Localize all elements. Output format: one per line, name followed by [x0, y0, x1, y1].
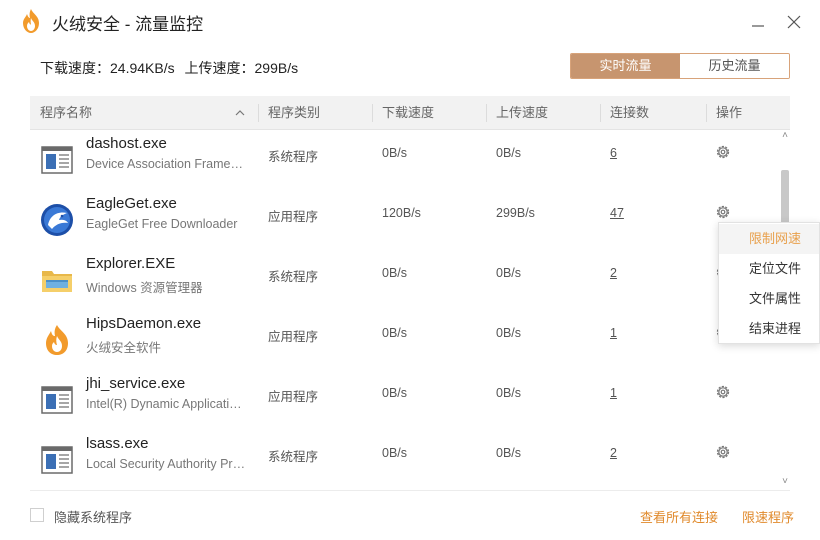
table-header: 程序名称 程序类别 下载速度 上传速度 连接数 操作 [30, 96, 790, 130]
column-header-actions: 操作 [716, 105, 743, 120]
folder-icon [42, 271, 72, 292]
scroll-down-icon[interactable]: ˅ [780, 476, 790, 488]
hide-system-label[interactable]: 隐藏系统程序 [54, 507, 132, 526]
minimize-button[interactable] [746, 10, 770, 34]
process-list: dashost.exe Device Association Framework… [30, 130, 780, 490]
column-header-type[interactable]: 程序类别 [258, 96, 372, 130]
table-row[interactable]: dashost.exe Device Association Framework… [30, 130, 780, 190]
upload-value: 299B/s [254, 60, 299, 76]
process-description: EagleGet Free Downloader [86, 217, 238, 231]
process-name: EagleGet.exe [86, 195, 177, 212]
upload-speed: 0B/s [496, 326, 522, 340]
process-name: lsass.exe [86, 435, 149, 452]
table-row[interactable]: jhi_service.exe Intel(R) Dynamic Applica… [30, 370, 780, 430]
scrollbar-thumb[interactable] [781, 170, 789, 230]
download-speed: 0B/s [382, 446, 408, 460]
download-value: 24.94KB/s [110, 60, 175, 76]
huorong-flame-icon [46, 325, 68, 355]
window-title: 火绒安全 - 流量监控 [52, 15, 204, 34]
process-type: 应用程序 [268, 390, 319, 404]
connection-count-link[interactable]: 1 [610, 386, 617, 400]
process-type: 应用程序 [268, 330, 319, 344]
column-header-connections[interactable]: 连接数 [600, 96, 706, 130]
menu-item-locate-file[interactable]: 定位文件 [719, 254, 819, 284]
connection-count-link[interactable]: 2 [610, 266, 617, 280]
traffic-tabs: 实时流量 历史流量 [570, 53, 790, 79]
process-name: Explorer.EXE [86, 255, 176, 272]
upload-label: 上传速度： [184, 60, 255, 76]
limited-programs-link[interactable]: 限速程序 [742, 507, 794, 526]
upload-speed: 0B/s [496, 386, 522, 400]
gear-icon[interactable] [714, 443, 732, 461]
menu-item-end-process[interactable]: 结束进程 [719, 314, 819, 344]
connection-count-link[interactable]: 47 [610, 206, 624, 220]
speed-summary: 下载速度：24.94KB/s 上传速度：299B/s [40, 58, 298, 78]
column-header-upload[interactable]: 上传速度 [486, 96, 600, 130]
process-type: 应用程序 [268, 210, 319, 224]
menu-item-limit-speed[interactable]: 限制网速 [719, 224, 819, 254]
download-speed: 0B/s [382, 146, 408, 160]
tab-history[interactable]: 历史流量 [680, 54, 789, 78]
process-description: Windows 资源管理器 [86, 281, 203, 295]
download-speed: 0B/s [382, 326, 408, 340]
footer-divider [30, 490, 790, 491]
window-app-icon [41, 386, 73, 414]
minimize-icon [752, 25, 764, 27]
column-header-download[interactable]: 下载速度 [372, 96, 486, 130]
close-button[interactable] [782, 10, 806, 34]
tab-realtime[interactable]: 实时流量 [571, 54, 680, 78]
sort-up-icon[interactable] [234, 107, 246, 119]
title-bar: 火绒安全 - 流量监控 [0, 0, 820, 44]
process-description: 火绒安全软件 [86, 341, 162, 355]
download-speed: 120B/s [382, 206, 421, 220]
connection-count-link[interactable]: 1 [610, 326, 617, 340]
close-icon [787, 15, 801, 29]
huorong-flame-icon [23, 9, 39, 33]
action-context-menu: 限制网速 定位文件 文件属性 结束进程 [718, 222, 820, 344]
table-row[interactable]: Explorer.EXE Windows 资源管理器 系统程序 0B/s 0B/… [30, 250, 780, 310]
upload-speed: 0B/s [496, 266, 522, 280]
table-row[interactable]: HipsDaemon.exe 火绒安全软件 应用程序 0B/s 0B/s 1 [30, 310, 780, 370]
process-description: Local Security Authority Process [86, 457, 246, 471]
table-row[interactable]: EagleGet.exe EagleGet Free Downloader 应用… [30, 190, 780, 250]
gear-icon[interactable] [714, 203, 732, 221]
process-type: 系统程序 [268, 450, 319, 464]
upload-speed: 299B/s [496, 206, 535, 220]
window-app-icon [41, 146, 73, 174]
view-all-connections-link[interactable]: 查看所有连接 [640, 507, 718, 526]
process-name: dashost.exe [86, 135, 167, 152]
process-description: Device Association Framework [86, 157, 246, 171]
window-app-icon [41, 446, 73, 474]
connection-count-link[interactable]: 6 [610, 146, 617, 160]
eagle-icon [41, 204, 73, 236]
column-header-name[interactable]: 程序名称 [30, 96, 258, 130]
connection-count-link[interactable]: 2 [610, 446, 617, 460]
table-row[interactable]: lsass.exe Local Security Authority Proce… [30, 430, 780, 490]
process-description: Intel(R) Dynamic Application Loader [86, 397, 246, 411]
menu-item-file-properties[interactable]: 文件属性 [719, 284, 819, 314]
download-label: 下载速度： [40, 60, 110, 76]
gear-icon[interactable] [714, 383, 732, 401]
hide-system-checkbox[interactable] [30, 508, 44, 522]
process-type: 系统程序 [268, 270, 319, 284]
upload-speed: 0B/s [496, 146, 522, 160]
process-name: HipsDaemon.exe [86, 315, 202, 332]
upload-speed: 0B/s [496, 446, 522, 460]
scroll-up-icon[interactable]: ˄ [780, 130, 790, 142]
download-speed: 0B/s [382, 266, 408, 280]
download-speed: 0B/s [382, 386, 408, 400]
process-name: jhi_service.exe [86, 375, 186, 392]
gear-icon[interactable] [714, 143, 732, 161]
process-type: 系统程序 [268, 150, 319, 164]
